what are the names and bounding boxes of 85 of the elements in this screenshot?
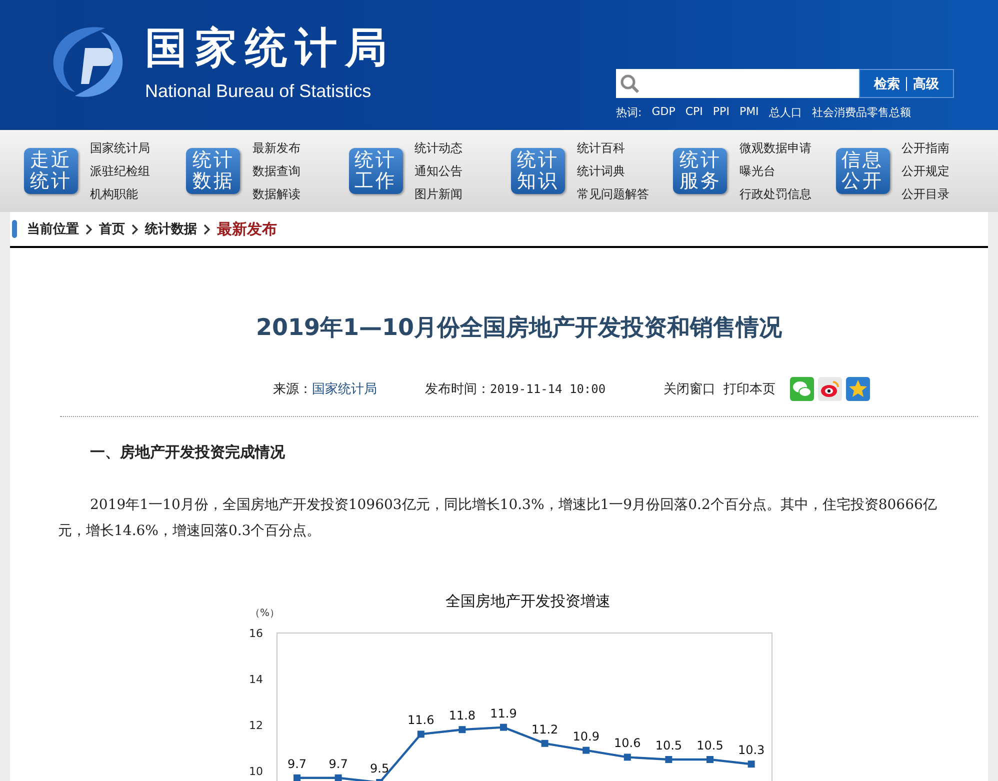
nav-link[interactable]: 公开目录 [902, 186, 950, 202]
bookmark-icon [12, 220, 17, 238]
source-label: 来源： [273, 381, 312, 398]
nav-link[interactable]: 微观数据申请 [739, 140, 812, 156]
nav-link[interactable]: 通知公告 [414, 162, 463, 180]
y-tick-label: 10 [249, 765, 263, 778]
nav-link[interactable]: 公开指南 [902, 140, 950, 156]
data-label: 10.5 [696, 738, 724, 752]
hot-words-label: 热词: [616, 105, 642, 120]
data-label: 10.9 [572, 729, 600, 744]
data-label: 11.6 [408, 713, 434, 728]
data-point [334, 774, 342, 781]
nav-link[interactable]: 统计百科 [576, 140, 649, 156]
data-point [665, 756, 672, 763]
nav-category-button[interactable]: 统计 服务 [673, 148, 728, 194]
nav-category-button[interactable]: 走近 统计 [24, 148, 78, 194]
data-point [541, 740, 548, 747]
data-point [500, 724, 507, 731]
nav-link[interactable]: 统计动态 [414, 140, 463, 156]
nav-link[interactable]: 公开规定 [902, 162, 950, 180]
chevron-icon [85, 224, 93, 234]
search-button[interactable]: 高级 [907, 74, 945, 92]
publish-time-label: 发布时间： [425, 381, 490, 398]
nav-link[interactable]: 常见问题解答 [576, 186, 649, 202]
nav-link[interactable]: 最新发布 [252, 140, 300, 156]
nav-link[interactable]: 数据解读 [252, 186, 300, 202]
data-label: 9.7 [287, 756, 307, 771]
nav-category-button[interactable]: 统计 知识 [510, 148, 565, 194]
article-paragraph: 2019年1一10月份，全国房地产开发投资109603亿元，同比增长10.3%，增速比1一9月份回落0.2个百分点。其中，住宅投资80666亿元，增长14.6%，增速回落0.3个百分点。 [58, 496, 938, 541]
nav-category-button[interactable]: 统计 工作 [348, 148, 403, 194]
data-label: 10.3 [738, 743, 765, 758]
axis-unit-label: （%） [250, 608, 280, 619]
y-tick-label: 12 [249, 719, 263, 732]
page-action-link[interactable]: 打印本页 [724, 380, 776, 398]
site-title: 国家统计局 [145, 22, 395, 72]
chevron-icon [131, 224, 139, 234]
eye-logo-icon[interactable] [818, 377, 842, 401]
hot-word-link[interactable]: CPI [685, 105, 703, 120]
nav-link[interactable]: 统计词典 [576, 162, 649, 180]
search-button[interactable]: 检索 [868, 74, 906, 92]
chevron-icon [203, 224, 211, 234]
breadcrumb-link[interactable]: 首页 [99, 220, 125, 238]
chart-title: 全国房地产开发投资增速 [446, 592, 610, 610]
breadcrumb-link[interactable]: 当前位置 [27, 220, 79, 238]
data-label: 10.5 [655, 738, 682, 752]
y-tick-label: 16 [249, 627, 263, 640]
breadcrumb-link[interactable]: 最新发布 [217, 220, 277, 238]
search-icon [620, 74, 640, 94]
hot-word-link[interactable]: 社会消费品零售总额 [812, 105, 911, 120]
nav-link[interactable]: 机构职能 [90, 186, 150, 202]
nav-link[interactable]: 行政处罚信息 [739, 186, 812, 202]
page-action-link[interactable]: 关闭窗口 [664, 380, 716, 398]
publish-time: 2019-11-14 10:00 [490, 382, 606, 396]
nav-link[interactable]: 国家统计局 [90, 140, 150, 156]
source-link[interactable]: 国家统计局 [312, 380, 377, 398]
hot-word-link[interactable]: PMI [739, 105, 759, 120]
chat-bubbles-icon[interactable] [790, 377, 814, 401]
data-label: 11.8 [448, 708, 476, 723]
data-label: 11.9 [490, 706, 517, 720]
data-point [624, 754, 631, 761]
data-label: 10.6 [614, 736, 641, 750]
nav-category-button[interactable]: 信息 公开 [836, 148, 890, 194]
data-point [706, 756, 714, 763]
data-point [417, 730, 424, 738]
data-label: 9.5 [370, 762, 390, 776]
nav-link[interactable]: 曝光台 [739, 162, 812, 180]
section-heading: 一、房地产开发投资完成情况 [90, 443, 286, 462]
data-point [294, 774, 300, 781]
data-label: 9.7 [328, 756, 348, 771]
article-title: 2019年1—10月份全国房地产开发投资和销售情况 [254, 314, 784, 343]
hot-word-link[interactable]: PPI [712, 105, 730, 120]
nav-link[interactable]: 派驻纪检组 [90, 162, 150, 180]
data-point [582, 746, 590, 754]
nav-link[interactable]: 图片新闻 [414, 186, 463, 202]
site-subtitle: National Bureau of Statistics [145, 80, 372, 102]
search-field[interactable] [616, 69, 859, 98]
hot-word-link[interactable]: 总人口 [768, 105, 802, 120]
nav-link[interactable]: 数据查询 [252, 162, 300, 180]
breadcrumb-link[interactable]: 统计数据 [145, 220, 197, 238]
data-label: 11.2 [531, 722, 558, 736]
data-point [748, 760, 755, 768]
y-tick-label: 14 [249, 673, 263, 686]
data-point [458, 726, 466, 734]
hot-word-link[interactable]: GDP [652, 105, 676, 120]
nav-category-button[interactable]: 统计 数据 [186, 148, 240, 194]
